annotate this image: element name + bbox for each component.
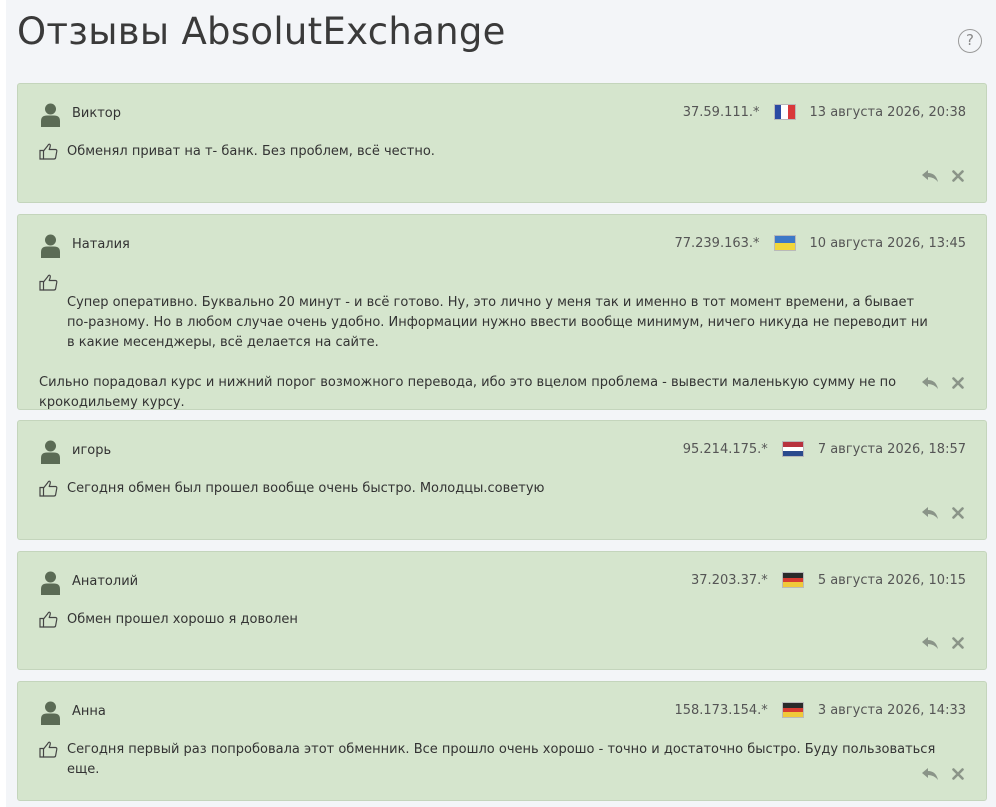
thumbs-up-icon [39, 480, 58, 497]
review-author: игорь [72, 443, 112, 458]
review-text: Супер оперативно. Буквально 20 минут - и… [39, 273, 936, 433]
germany-flag-icon [781, 702, 804, 718]
close-icon[interactable] [952, 170, 964, 182]
review-actions [922, 170, 964, 182]
review-author: Наталия [72, 237, 130, 252]
review-body: Обменял приват на т- банк. Без проблем, … [39, 142, 936, 162]
review-ip: 77.239.163.* [674, 235, 760, 251]
review-ip: 158.173.154.* [674, 702, 768, 718]
ukraine-flag-icon [773, 235, 796, 251]
reply-icon[interactable] [922, 768, 938, 780]
review-meta: 158.173.154.* 3 августа 2026, 14:33 [674, 702, 966, 718]
review-author: Анна [72, 704, 106, 719]
user-silhouette-icon [41, 103, 60, 127]
review-card: Виктор 37.59.111.* 13 августа 2026, 20:3… [17, 83, 987, 203]
review-card: Анатолий 37.203.37.* 5 августа 2026, 10:… [17, 551, 987, 670]
close-icon[interactable] [952, 507, 964, 519]
review-ip: 95.214.175.* [682, 441, 768, 457]
reply-icon[interactable] [922, 377, 938, 389]
france-flag-icon [773, 104, 796, 120]
germany-flag-icon [781, 572, 804, 588]
review-text: Обмен прошел хорошо я доволен [67, 612, 298, 627]
netherlands-flag-icon [781, 441, 804, 457]
review-date: 13 августа 2026, 20:38 [809, 104, 966, 120]
thumbs-up-icon [39, 741, 58, 758]
page-title: Отзывы AbsolutExchange [17, 10, 506, 53]
close-icon[interactable] [952, 768, 964, 780]
review-card: Наталия 77.239.163.* 10 августа 2026, 13… [17, 214, 987, 410]
review-body: Сегодня обмен был прошел вообще очень бы… [39, 479, 936, 499]
review-text: Сегодня обмен был прошел вообще очень бы… [67, 481, 545, 496]
review-ip: 37.59.111.* [682, 104, 760, 120]
review-text-paragraph: Супер оперативно. Буквально 20 минут - и… [67, 295, 928, 350]
review-actions [922, 768, 964, 780]
review-date: 3 августа 2026, 14:33 [817, 702, 966, 718]
close-icon[interactable] [952, 637, 964, 649]
user-silhouette-icon [41, 234, 60, 258]
review-author: Анатолий [72, 574, 139, 589]
review-body: Супер оперативно. Буквально 20 минут - и… [39, 273, 936, 433]
thumbs-up-icon [39, 143, 58, 160]
review-meta: 77.239.163.* 10 августа 2026, 13:45 [674, 235, 966, 251]
review-actions [922, 637, 964, 649]
close-icon[interactable] [952, 377, 964, 389]
user-silhouette-icon [41, 701, 60, 725]
review-text-paragraph: Сильно порадовал курс и нижний порог воз… [39, 375, 897, 410]
reply-icon[interactable] [922, 507, 938, 519]
reply-icon[interactable] [922, 170, 938, 182]
review-text: Сегодня первый раз попробовала этот обме… [67, 742, 936, 777]
review-author: Виктор [72, 106, 121, 121]
user-silhouette-icon [41, 571, 60, 595]
review-actions [922, 507, 964, 519]
review-card: Анна 158.173.154.* 3 августа 2026, 14:33… [17, 681, 987, 801]
thumbs-up-icon [39, 611, 58, 628]
reviews-page: Отзывы AbsolutExchange ? Виктор 37.59.11… [0, 0, 996, 807]
review-text: Обменял приват на т- банк. Без проблем, … [67, 144, 435, 159]
review-card: игорь 95.214.175.* 7 августа 2026, 18:57… [17, 420, 987, 540]
review-meta: 95.214.175.* 7 августа 2026, 18:57 [683, 441, 966, 457]
review-meta: 37.203.37.* 5 августа 2026, 10:15 [691, 572, 966, 588]
left-edge [0, 0, 6, 807]
review-body: Обмен прошел хорошо я доволен [39, 610, 936, 630]
review-actions [922, 377, 964, 389]
thumbs-up-icon [39, 274, 58, 291]
review-date: 10 августа 2026, 13:45 [809, 235, 966, 251]
review-body: Сегодня первый раз попробовала этот обме… [39, 740, 936, 780]
review-meta: 37.59.111.* 13 августа 2026, 20:38 [683, 104, 966, 120]
review-date: 7 августа 2026, 18:57 [817, 441, 966, 457]
help-icon[interactable]: ? [958, 29, 982, 53]
user-silhouette-icon [41, 440, 60, 464]
review-date: 5 августа 2026, 10:15 [817, 572, 966, 588]
reply-icon[interactable] [922, 637, 938, 649]
review-ip: 37.203.37.* [691, 572, 768, 588]
